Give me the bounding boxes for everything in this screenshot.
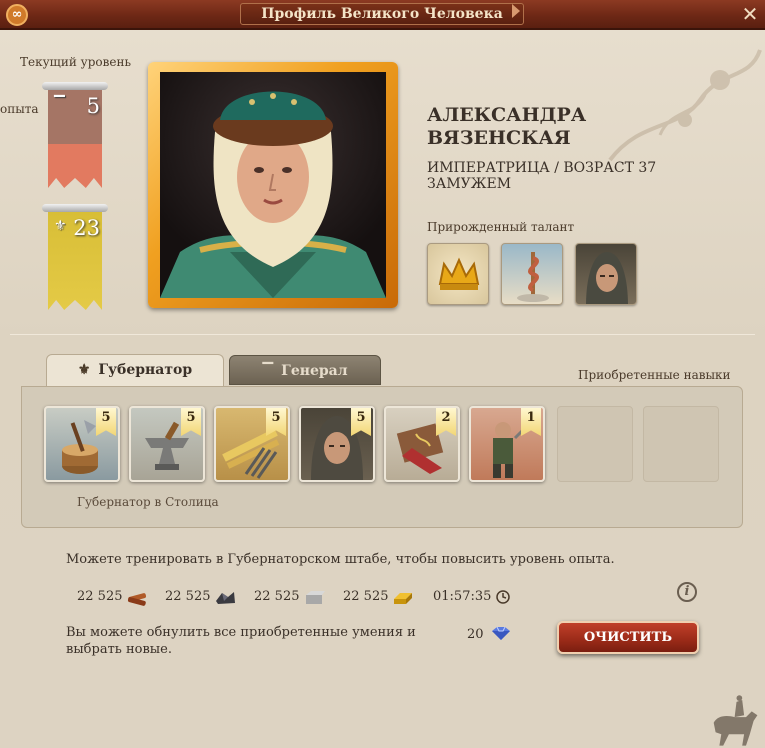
gold-icon bbox=[394, 593, 412, 604]
clock-icon bbox=[496, 590, 510, 604]
wood-cost: 22 525 bbox=[77, 589, 123, 604]
governor-location-text: Губернатор в Столица bbox=[77, 495, 219, 509]
portrait-drawing bbox=[160, 91, 386, 298]
level-banner: ▔ 5 bbox=[42, 82, 108, 194]
crown-icon bbox=[438, 257, 480, 290]
close-icon[interactable]: ✕ bbox=[740, 4, 760, 25]
gem-icon bbox=[492, 626, 510, 640]
tab-general-label: Генерал bbox=[281, 363, 348, 379]
banner-rod bbox=[42, 82, 108, 90]
empty-skill-slot bbox=[557, 406, 633, 482]
skill-slot[interactable]: 5 bbox=[214, 406, 290, 482]
title-bar: ∞ Профиль Великого Человека ✕ bbox=[0, 0, 765, 30]
name-line-1: АЛЕКСАНДРА bbox=[427, 104, 587, 126]
reset-text-line-2: выбрать новые. bbox=[66, 642, 172, 657]
plaque-right-arrow-icon bbox=[512, 4, 520, 18]
experience-banner: ⚜ 23 bbox=[42, 204, 108, 316]
horseman-silhouette-icon bbox=[713, 695, 758, 746]
great-person-name: АЛЕКСАНДРА ВЯЗЕНСКАЯ bbox=[427, 104, 707, 150]
skill-slot[interactable]: 5 bbox=[44, 406, 120, 482]
skill-slot[interactable]: 1 bbox=[469, 406, 545, 482]
stone-cost: 22 525 bbox=[254, 589, 300, 604]
caduceus-icon bbox=[517, 252, 549, 302]
stone-icon bbox=[306, 591, 325, 604]
marital-status-line: ЗАМУЖЕМ bbox=[427, 176, 512, 192]
title-age-line: ИМПЕРАТРИЦА / ВОЗРАСТ 37 bbox=[427, 160, 657, 176]
training-time: 01:57:35 bbox=[433, 589, 492, 604]
talent-hooded-man[interactable] bbox=[575, 243, 637, 305]
reset-text-line-1: Вы можете обнулить все приобретенные уме… bbox=[66, 625, 416, 640]
info-icon[interactable]: i bbox=[677, 582, 697, 602]
iron-ore-icon bbox=[216, 592, 235, 604]
portrait-frame bbox=[148, 62, 398, 308]
swirl-logo-icon[interactable]: ∞ bbox=[6, 4, 28, 26]
tab-governor-label: Губернатор bbox=[98, 362, 193, 378]
helmet-icon: ▔ bbox=[262, 363, 274, 379]
tab-governor[interactable]: ⚜ Губернатор bbox=[46, 354, 224, 386]
current-level-label: Текущий уровень bbox=[20, 55, 131, 69]
woman-portrait-image bbox=[160, 72, 386, 298]
skill-slot[interactable]: 2 bbox=[384, 406, 460, 482]
talent-crown[interactable] bbox=[427, 243, 489, 305]
experience-value: 23 bbox=[73, 216, 100, 240]
acquired-skills-header: Приобретенные навыки bbox=[578, 368, 731, 382]
skill-slot[interactable]: 5 bbox=[129, 406, 205, 482]
skill-slot[interactable]: 5 bbox=[299, 406, 375, 482]
level-value: 5 bbox=[86, 94, 100, 118]
banner-rod bbox=[42, 204, 108, 212]
name-line-2: ВЯЗЕНСКАЯ bbox=[427, 127, 571, 149]
experience-label: опыта bbox=[0, 102, 39, 116]
training-hint: Можете тренировать в Губернаторском штаб… bbox=[66, 552, 615, 567]
window-title: Профиль Великого Человека bbox=[240, 3, 524, 25]
hooded-man-icon bbox=[586, 252, 628, 304]
reset-cost: 20 bbox=[467, 627, 484, 642]
talent-caduceus[interactable] bbox=[501, 243, 563, 305]
profile-window: ∞ Профиль Великого Человека ✕ Текущий ур… bbox=[0, 0, 765, 748]
empty-skill-slot bbox=[643, 406, 719, 482]
gold-cost: 22 525 bbox=[343, 589, 389, 604]
innate-talent-label: Прирожденный талант bbox=[427, 220, 575, 234]
tab-general[interactable]: ▔ Генерал bbox=[229, 355, 381, 385]
section-divider bbox=[10, 334, 755, 335]
iron-cost: 22 525 bbox=[165, 589, 211, 604]
reset-button[interactable]: ОЧИСТИТЬ bbox=[557, 621, 699, 654]
fleur-de-lis-icon: ⚜ bbox=[77, 362, 91, 378]
wood-icon bbox=[127, 593, 147, 606]
